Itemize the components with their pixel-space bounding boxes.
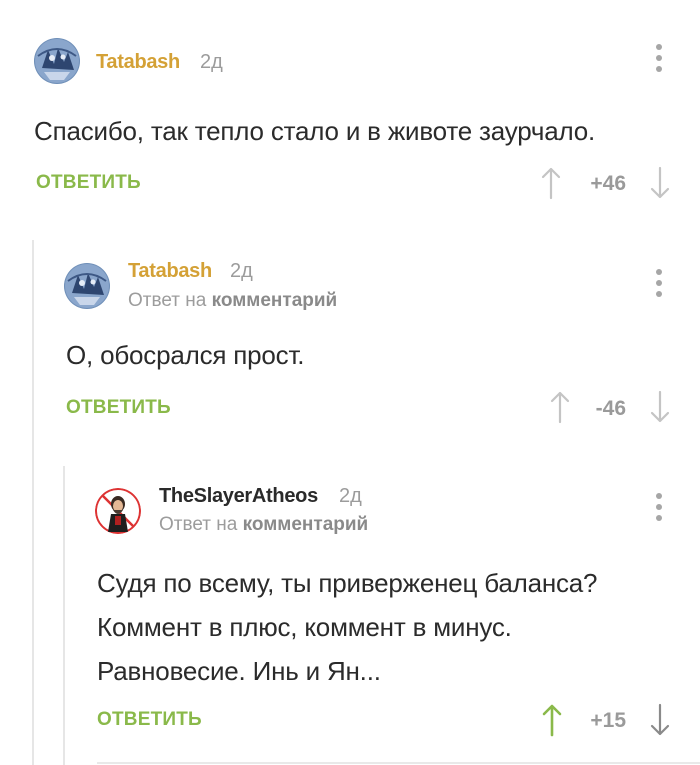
arrow-down-icon[interactable] <box>649 166 671 200</box>
more-vertical-icon[interactable] <box>654 44 664 78</box>
reply-button[interactable]: ОТВЕТИТЬ <box>97 709 202 731</box>
thread-line-level-1 <box>32 240 34 765</box>
reply-to-prefix: Ответ на <box>159 514 238 535</box>
reply-to-prefix: Ответ на <box>128 290 207 311</box>
username[interactable]: TheSlayerAtheos <box>159 485 318 508</box>
reply-button[interactable]: ОТВЕТИТЬ <box>66 397 171 419</box>
comment-text: Спасибо, так тепло стало и в животе заур… <box>34 116 596 146</box>
comment-1: Tatabash 2д Спасибо, так тепло стало и в… <box>0 0 700 230</box>
more-vertical-icon[interactable] <box>654 269 664 303</box>
username[interactable]: Tatabash <box>96 51 180 74</box>
arrow-down-icon[interactable] <box>649 703 671 737</box>
username[interactable]: Tatabash <box>128 260 212 283</box>
comment-text: Судя по всему, ты приверженец баланса? К… <box>97 561 598 693</box>
avatar[interactable] <box>34 38 80 84</box>
reply-to-link[interactable]: комментарий <box>243 514 369 535</box>
arrow-down-icon[interactable] <box>649 390 671 424</box>
divider <box>97 762 700 764</box>
comment-text-line: Равновесие. Инь и Ян... <box>97 656 381 686</box>
avatar[interactable] <box>64 263 110 309</box>
vote-score: -46 <box>595 397 626 420</box>
comment-text-line: Судя по всему, ты приверженец баланса? <box>97 568 598 598</box>
more-vertical-icon[interactable] <box>654 493 664 527</box>
reply-button[interactable]: ОТВЕТИТЬ <box>36 172 141 194</box>
comment-age: 2д <box>200 51 223 73</box>
comment-age: 2д <box>230 260 253 282</box>
comment-age: 2д <box>339 485 362 507</box>
comment-text: О, обосрался прост. <box>66 340 305 370</box>
vote-score: +46 <box>590 172 626 195</box>
vote-score: +15 <box>590 709 626 732</box>
arrow-up-icon[interactable] <box>541 703 563 737</box>
reply-to-link[interactable]: комментарий <box>212 290 338 311</box>
reply-to-note: Ответ на комментарий <box>159 514 368 536</box>
arrow-up-icon[interactable] <box>549 390 571 424</box>
arrow-up-icon[interactable] <box>540 166 562 200</box>
reply-to-note: Ответ на комментарий <box>128 290 337 312</box>
avatar[interactable] <box>95 488 141 534</box>
comment-text-line: Коммент в плюс, коммент в минус. <box>97 612 512 642</box>
thread-line-level-2 <box>63 466 65 765</box>
